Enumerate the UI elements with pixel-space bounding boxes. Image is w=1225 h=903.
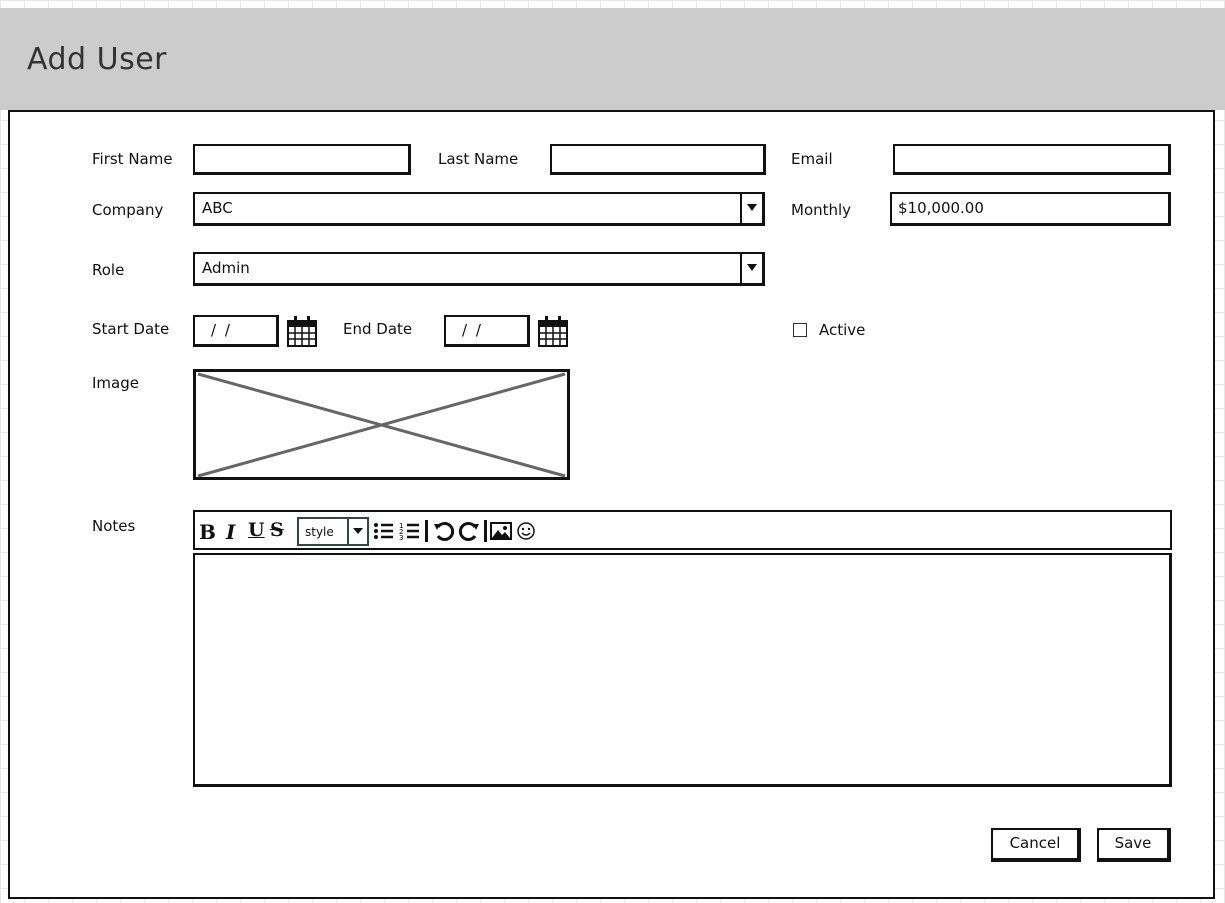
role-select[interactable]: Admin: [193, 252, 765, 286]
last-name-field[interactable]: [550, 144, 766, 175]
last-name-label: Last Name: [438, 150, 519, 168]
active-checkbox[interactable]: [793, 323, 807, 337]
start-date-field[interactable]: / /: [193, 315, 279, 347]
email-field[interactable]: [893, 144, 1171, 175]
company-select[interactable]: ABC: [193, 192, 765, 226]
first-name-label: First Name: [92, 150, 173, 168]
calendar-icon[interactable]: [537, 314, 570, 348]
monthly-field[interactable]: $10,000.00: [890, 192, 1171, 226]
company-label: Company: [92, 201, 164, 219]
italic-button[interactable]: I: [226, 520, 235, 544]
image-icon[interactable]: [490, 521, 514, 541]
svg-text:3: 3: [399, 534, 403, 542]
strikethrough-button[interactable]: S: [270, 519, 284, 541]
page-title: Add User: [27, 42, 167, 77]
active-label: Active: [819, 321, 866, 339]
role-label: Role: [92, 261, 125, 279]
chevron-down-icon: [347, 519, 367, 544]
undo-icon[interactable]: [432, 519, 456, 543]
toolbar-divider: [425, 520, 428, 542]
redo-icon[interactable]: [457, 519, 481, 543]
end-date-label: End Date: [343, 320, 413, 338]
start-date-label: Start Date: [92, 320, 170, 338]
bullet-list-icon[interactable]: [372, 519, 396, 543]
first-name-field[interactable]: [193, 144, 411, 175]
header-bar: Add User: [0, 8, 1225, 110]
bold-button[interactable]: B: [199, 520, 216, 544]
email-label: Email: [791, 150, 833, 168]
toolbar-divider: [484, 520, 487, 542]
image-placeholder[interactable]: [193, 369, 571, 481]
notes-label: Notes: [92, 517, 136, 535]
numbered-list-icon[interactable]: 1 2 3: [398, 519, 422, 543]
cancel-button[interactable]: Cancel: [991, 828, 1081, 862]
chevron-down-icon[interactable]: [740, 194, 762, 223]
image-label: Image: [92, 374, 139, 392]
notes-textarea[interactable]: [193, 553, 1172, 787]
chevron-down-icon[interactable]: [740, 254, 762, 283]
monthly-label: Monthly: [791, 201, 852, 219]
end-date-field[interactable]: / /: [444, 315, 530, 347]
calendar-icon[interactable]: [286, 314, 319, 348]
underline-button[interactable]: U: [248, 519, 265, 541]
save-button[interactable]: Save: [1097, 828, 1171, 862]
style-select[interactable]: style: [297, 517, 369, 546]
emoji-icon[interactable]: [516, 521, 536, 541]
